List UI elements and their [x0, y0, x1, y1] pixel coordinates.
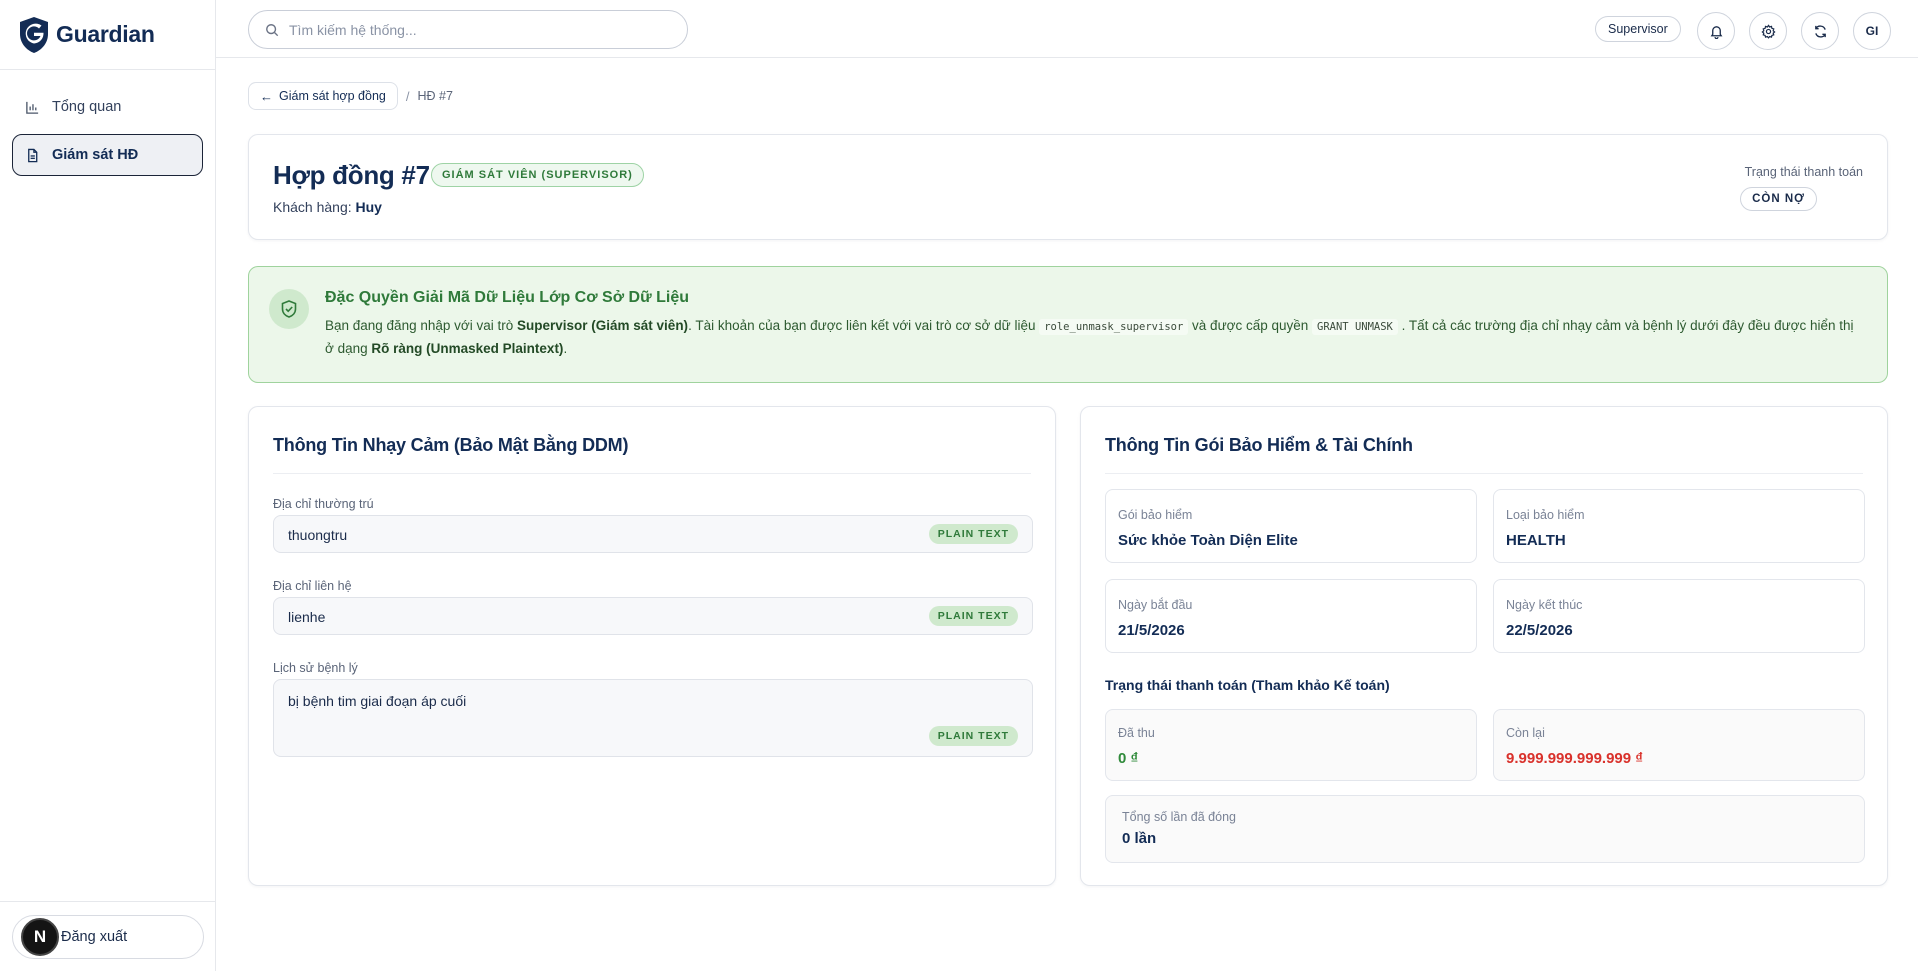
permanent-address-label: Địa chỉ thường trú: [273, 497, 374, 511]
logout-label: Đăng xuất: [61, 929, 128, 945]
notice-role: Supervisor (Giám sát viên): [517, 318, 689, 333]
customer-label: Khách hàng:: [273, 199, 352, 215]
permanent-address-field[interactable]: thuongtru PLAIN TEXT: [273, 515, 1033, 553]
notice-title: Đặc Quyền Giải Mã Dữ Liệu Lớp Cơ Sở Dữ L…: [325, 289, 690, 306]
user-menu-button[interactable]: GI: [1853, 12, 1891, 50]
remaining-label: Còn lại: [1506, 726, 1545, 740]
payment-count-value: 0 lần: [1122, 830, 1157, 847]
contact-address-value: lienhe: [288, 609, 326, 625]
paid-label: Đã thu: [1118, 726, 1155, 740]
start-date-label: Ngày bắt đầu: [1118, 598, 1193, 612]
paid-tile: Đã thu 0 ₫: [1105, 709, 1477, 781]
customer-line: Khách hàng: Huy: [273, 199, 382, 215]
medical-history-field[interactable]: bị bệnh tim giai đoạn áp cuối PLAIN TEXT: [273, 679, 1033, 757]
plan-label: Gói bảo hiểm: [1118, 508, 1193, 522]
refresh-button[interactable]: [1801, 12, 1839, 50]
end-date-label: Ngày kết thúc: [1506, 598, 1583, 612]
remaining-tile: Còn lại 9.999.999.999.999 ₫: [1493, 709, 1865, 781]
start-date-value: 21/5/2026: [1118, 622, 1185, 639]
finance-card-title: Thông Tin Gói Bảo Hiểm & Tài Chính: [1105, 435, 1413, 455]
payment-count-tile: Tổng số lần đã đóng 0 lần: [1105, 795, 1865, 863]
medical-history-value: bị bệnh tim giai đoạn áp cuối: [288, 693, 467, 709]
role-badge: GIÁM SÁT VIÊN (SUPERVISOR): [431, 163, 644, 187]
plan-value: Sức khỏe Toàn Diện Elite: [1118, 532, 1298, 549]
customer-name: Huy: [355, 199, 382, 215]
settings-button[interactable]: [1749, 12, 1787, 50]
shield-check-icon: [269, 289, 309, 329]
logout-button[interactable]: N Đăng xuất: [12, 915, 204, 959]
insurance-finance-card: Thông Tin Gói Bảo Hiểm & Tài Chính Gói b…: [1080, 406, 1888, 886]
bell-icon: [1710, 25, 1722, 39]
breadcrumb-current: HĐ #7: [417, 89, 453, 103]
notice-text: và được cấp quyền: [1188, 318, 1313, 333]
breadcrumb-back-button[interactable]: ← Giám sát hợp đồng: [248, 82, 398, 110]
sidebar-item-label: Tổng quan: [52, 99, 122, 115]
plain-text-badge: PLAIN TEXT: [928, 524, 1018, 544]
notice-body: Bạn đang đăng nhập với vai trò Superviso…: [325, 315, 1865, 360]
divider: [273, 473, 1031, 474]
breadcrumb: ← Giám sát hợp đồng / HĐ #7: [248, 82, 453, 110]
search-icon: [266, 23, 279, 36]
plain-text-badge: PLAIN TEXT: [928, 726, 1018, 746]
search-box[interactable]: [248, 10, 688, 49]
medical-history-label: Lịch sử bệnh lý: [273, 661, 358, 675]
divider: [1105, 473, 1863, 474]
page-title: Hợp đồng #7: [273, 160, 430, 190]
insurance-type-tile: Loại bảo hiểm HEALTH: [1493, 489, 1865, 563]
grant-code: GRANT UNMASK: [1312, 319, 1398, 335]
role-chip: Supervisor: [1595, 16, 1681, 42]
end-date-value: 22/5/2026: [1506, 622, 1573, 639]
notice-text: . Tài khoản của bạn được liên kết với va…: [688, 318, 1040, 333]
brand[interactable]: Guardian: [0, 0, 215, 70]
breadcrumb-separator: /: [405, 88, 410, 104]
user-avatar: N: [21, 918, 59, 956]
contact-address-label: Địa chỉ liên hệ: [273, 579, 352, 593]
payment-status-label: Trạng thái thanh toán: [1744, 165, 1863, 179]
notice-text: .: [563, 341, 568, 356]
gear-icon: [1760, 23, 1776, 39]
insurance-type-label: Loại bảo hiểm: [1506, 508, 1585, 522]
sidebar-item-contract-monitoring[interactable]: Giám sát HĐ: [12, 134, 203, 176]
document-icon: [28, 148, 38, 162]
sidebar: Guardian Tổng quan Giám sát HĐ N Đăng xu…: [0, 0, 216, 971]
sensitive-card-title: Thông Tin Nhạy Cảm (Bảo Mật Bằng DDM): [273, 435, 629, 455]
contract-header-card: Hợp đồng #7 GIÁM SÁT VIÊN (SUPERVISOR) K…: [248, 134, 1888, 240]
sidebar-item-overview[interactable]: Tổng quan: [12, 86, 203, 128]
arrow-left-icon: ←: [260, 88, 273, 104]
payment-status-badge: CÒN NỢ: [1740, 187, 1817, 211]
brand-name: Guardian: [56, 21, 155, 47]
payment-count-label: Tổng số lần đã đóng: [1122, 810, 1236, 824]
start-date-tile: Ngày bắt đầu 21/5/2026: [1105, 579, 1477, 653]
payment-status-heading: Trạng thái thanh toán (Tham khảo Kế toán…: [1105, 677, 1390, 693]
main-content: ← Giám sát hợp đồng / HĐ #7 Hợp đồng #7 …: [216, 58, 1918, 971]
remaining-value: 9.999.999.999.999 ₫: [1506, 750, 1643, 767]
notice-text: Bạn đang đăng nhập với vai trò: [325, 318, 517, 333]
db-role-code: role_unmask_supervisor: [1039, 319, 1189, 335]
notifications-button[interactable]: [1697, 12, 1735, 50]
end-date-tile: Ngày kết thúc 22/5/2026: [1493, 579, 1865, 653]
insurance-type-value: HEALTH: [1506, 532, 1566, 549]
sidebar-footer: N Đăng xuất: [0, 901, 216, 971]
bar-chart-icon: [26, 101, 39, 114]
paid-value: 0 ₫: [1118, 750, 1139, 767]
sensitive-info-card: Thông Tin Nhạy Cảm (Bảo Mật Bằng DDM) Đị…: [248, 406, 1056, 886]
plan-tile: Gói bảo hiểm Sức khỏe Toàn Diện Elite: [1105, 489, 1477, 563]
contact-address-field[interactable]: lienhe PLAIN TEXT: [273, 597, 1033, 635]
breadcrumb-back-label: Giám sát hợp đồng: [279, 89, 386, 103]
sidebar-nav: Tổng quan Giám sát HĐ: [0, 70, 215, 198]
plain-text-badge: PLAIN TEXT: [928, 606, 1018, 626]
refresh-icon: [1814, 24, 1826, 38]
sidebar-item-label: Giám sát HĐ: [52, 147, 139, 163]
unmask-privilege-notice: Đặc Quyền Giải Mã Dữ Liệu Lớp Cơ Sở Dữ L…: [248, 266, 1888, 383]
permanent-address-value: thuongtru: [288, 527, 348, 543]
top-header: Supervisor GI: [216, 0, 1918, 58]
search-input[interactable]: [289, 21, 669, 38]
notice-mode: Rõ ràng (Unmasked Plaintext): [371, 341, 564, 356]
guardian-shield-logo-icon: [20, 16, 48, 53]
